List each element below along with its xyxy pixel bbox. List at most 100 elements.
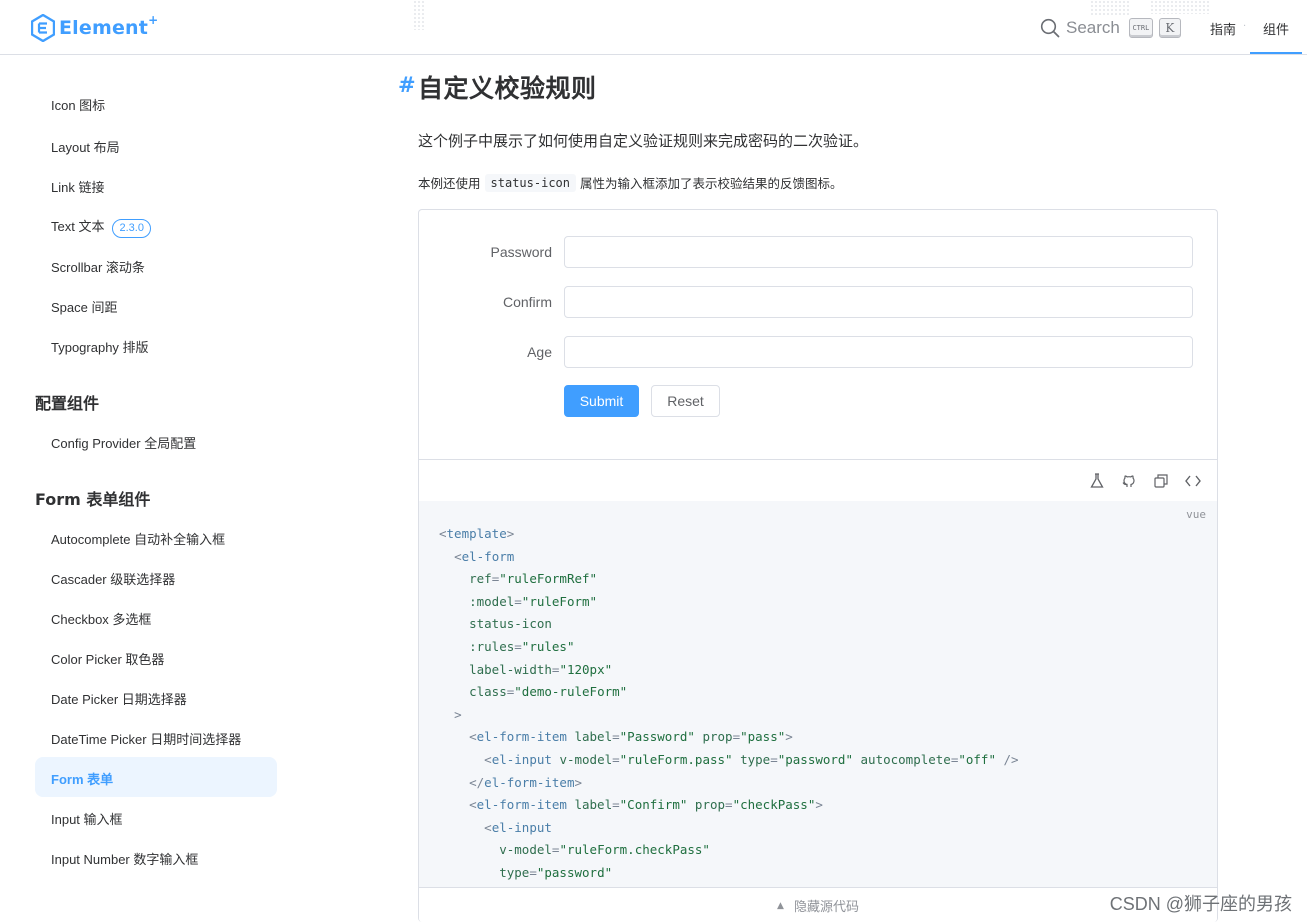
sidebar-item-space[interactable]: Space 间距 — [51, 297, 117, 316]
decorative-dots — [1150, 0, 1210, 14]
code-line: </el-form-item> — [439, 772, 1019, 795]
code-token: = — [770, 751, 778, 767]
code-token: = — [612, 751, 620, 767]
code-line: class="demo-ruleForm" — [439, 681, 1019, 704]
hide-source-label: 隐藏源代码 — [793, 900, 859, 915]
code-token: "password" — [536, 864, 613, 880]
code-token: > — [785, 729, 793, 745]
sidebar-item-scrollbar[interactable]: Scrollbar 滚动条 — [51, 257, 145, 276]
source-code-block: vue <template> <el-form ref="ruleFormRef… — [419, 501, 1217, 887]
para2-text-after: 属性为输入框添加了表示校验结果的反馈图标。 — [580, 176, 843, 191]
search-label: Search — [1066, 18, 1120, 37]
sidebar-item-date-picker[interactable]: Date Picker 日期选择器 — [51, 689, 187, 708]
top-header: Element + Search CTRL K 指南 · 组件 — [0, 0, 1307, 55]
decorative-dots — [413, 0, 425, 30]
code-token: status-icon — [469, 616, 552, 632]
password-input[interactable] — [564, 236, 1193, 268]
sidebar-item-datetime-picker[interactable]: DateTime Picker 日期时间选择器 — [51, 729, 241, 748]
reset-button[interactable]: Reset — [651, 385, 720, 417]
sidebar-item-checkbox[interactable]: Checkbox 多选框 — [51, 609, 151, 628]
submit-button[interactable]: Submit — [564, 385, 639, 417]
element-logo-icon — [31, 14, 55, 42]
age-label: Age — [527, 344, 552, 360]
code-token: "ruleForm" — [521, 593, 598, 609]
sidebar-item-label: Text 文本 — [51, 219, 105, 234]
sidebar-item-autocomplete[interactable]: Autocomplete 自动补全输入框 — [51, 529, 225, 548]
sidebar-item-typography[interactable]: Typography 排版 — [51, 337, 149, 356]
code-lines: <template> <el-form ref="ruleFormRef" :m… — [439, 523, 1019, 885]
code-token: el-form-item — [476, 729, 567, 745]
code-token: el-form-item — [484, 774, 575, 790]
element-logo[interactable]: Element + — [31, 13, 158, 43]
code-token: = — [514, 638, 522, 654]
github-icon[interactable] — [1120, 472, 1138, 490]
code-token: prop — [694, 797, 726, 813]
sidebar: Icon 图标 Layout 布局 Link 链接 Text 文本 2.3.0 S… — [0, 55, 300, 922]
search-button[interactable]: Search CTRL K — [1040, 15, 1181, 41]
code-token: < — [439, 526, 447, 541]
code-line: ref="ruleFormRef" — [439, 568, 1019, 591]
sidebar-item-input[interactable]: Input 输入框 — [51, 809, 123, 828]
code-line: <el-form-item label="Confirm" prop="chec… — [439, 794, 1019, 817]
demo-block: Password Confirm Age Submit Reset vue <t… — [418, 209, 1218, 922]
age-input[interactable] — [564, 336, 1193, 368]
code-token: "120px" — [559, 661, 613, 677]
code-token: > — [574, 774, 583, 790]
sidebar-item-color-picker[interactable]: Color Picker 取色器 — [51, 649, 164, 668]
sidebar-item-config-provider[interactable]: Config Provider 全局配置 — [51, 433, 196, 452]
code-line: :model="ruleForm" — [439, 591, 1019, 614]
sidebar-item-form[interactable]: Form 表单 — [51, 769, 113, 788]
code-token: > — [454, 706, 462, 722]
code-language: vue — [1186, 508, 1206, 521]
code-token: autocomplete — [860, 751, 951, 767]
code-token: < — [484, 751, 492, 767]
code-token: :rules — [469, 638, 515, 654]
code-token: < — [484, 819, 492, 835]
code-icon[interactable] — [1184, 472, 1202, 490]
code-token: </ — [469, 774, 485, 790]
caret-up-icon: ▲ — [777, 900, 784, 911]
code-token: label — [574, 729, 613, 745]
decorative-dots — [1090, 0, 1130, 16]
code-token: v-model — [499, 842, 552, 858]
code-token: = — [612, 797, 620, 813]
code-token: class — [469, 684, 507, 700]
nav-guide[interactable]: 指南 — [1210, 19, 1236, 38]
code-token: > — [815, 797, 823, 813]
playground-icon[interactable] — [1088, 472, 1106, 490]
code-token: "ruleFormRef" — [499, 571, 598, 587]
sidebar-item-input-number[interactable]: Input Number 数字输入框 — [51, 849, 198, 868]
code-token: = — [612, 729, 620, 745]
code-token: el-input — [491, 751, 552, 767]
code-token: "demo-ruleForm" — [514, 684, 628, 700]
kbd-ctrl: CTRL — [1128, 18, 1153, 38]
nav-component[interactable]: 组件 — [1263, 19, 1289, 38]
copy-icon[interactable] — [1152, 472, 1170, 490]
description-paragraph: 这个例子中展示了如何使用自定义验证规则来完成密码的二次验证。 — [418, 132, 869, 150]
version-badge: 2.3.0 — [112, 219, 151, 238]
heading-anchor[interactable]: # — [398, 73, 416, 97]
code-token: type — [499, 864, 530, 880]
code-line: <template> — [439, 523, 1019, 546]
code-token: = — [529, 864, 537, 880]
hide-source-button[interactable]: ▲ 隐藏源代码 — [419, 887, 1217, 922]
code-token: label-width — [469, 661, 552, 677]
confirm-password-input[interactable] — [564, 286, 1193, 318]
sidebar-item-cascader[interactable]: Cascader 级联选择器 — [51, 569, 175, 588]
code-token: < — [469, 797, 477, 813]
sidebar-item-layout[interactable]: Layout 布局 — [51, 137, 120, 156]
code-token: "password" — [777, 751, 853, 767]
code-line: <el-form-item label="Password" prop="pas… — [439, 726, 1019, 749]
sidebar-item-icon[interactable]: Icon 图标 — [51, 95, 105, 114]
sidebar-item-text[interactable]: Text 文本 2.3.0 — [51, 216, 151, 238]
code-token: el-form-item — [476, 797, 567, 813]
sidebar-item-link[interactable]: Link 链接 — [51, 177, 104, 196]
confirm-label: Confirm — [502, 294, 552, 310]
